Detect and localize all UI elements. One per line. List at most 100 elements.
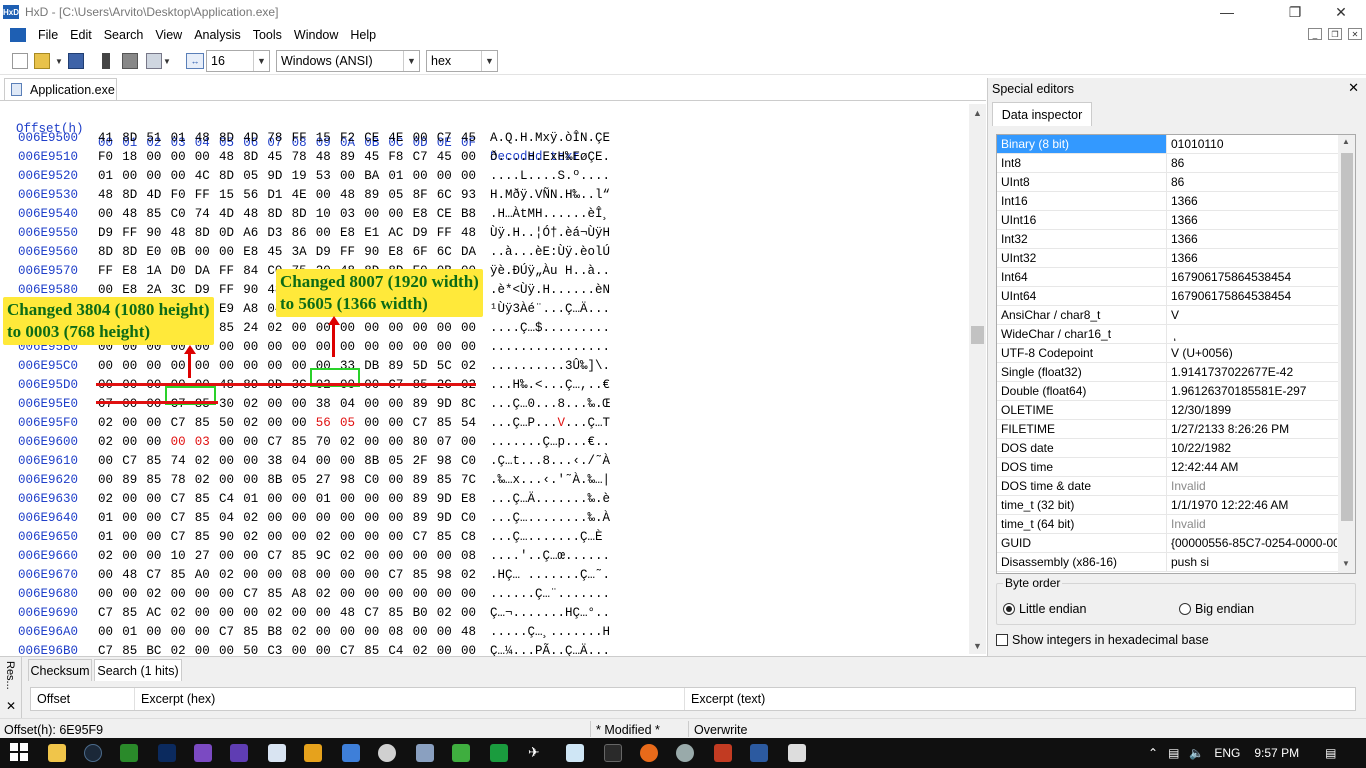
hex-byte[interactable]: 5C bbox=[437, 359, 457, 373]
hex-byte[interactable]: 00 bbox=[388, 530, 408, 544]
hex-byte[interactable]: 05 bbox=[388, 454, 408, 468]
terminal-icon[interactable] bbox=[604, 744, 622, 762]
hex-byte[interactable]: 00 bbox=[292, 530, 312, 544]
hex-byte[interactable]: 02 bbox=[98, 492, 118, 506]
hex-byte[interactable]: 48 bbox=[122, 207, 142, 221]
hex-byte[interactable]: B8 bbox=[267, 625, 287, 639]
hex-byte[interactable]: 02 bbox=[340, 435, 360, 449]
hex-byte[interactable]: D0 bbox=[171, 264, 191, 278]
hex-byte[interactable]: 00 bbox=[292, 492, 312, 506]
tab-data-inspector[interactable]: Data inspector bbox=[992, 102, 1092, 126]
hex-byte[interactable]: 00 bbox=[122, 359, 142, 373]
hex-byte[interactable]: C7 bbox=[146, 568, 166, 582]
hex-byte[interactable]: 45 bbox=[364, 150, 384, 164]
hex-byte[interactable]: 00 bbox=[146, 435, 166, 449]
hex-byte[interactable]: 00 bbox=[461, 321, 481, 335]
hex-byte[interactable]: 00 bbox=[316, 625, 336, 639]
hex-byte[interactable]: 85 bbox=[388, 606, 408, 620]
hex-byte[interactable]: 00 bbox=[388, 492, 408, 506]
hex-byte[interactable]: D9 bbox=[195, 283, 215, 297]
menu-search[interactable]: Search bbox=[98, 28, 150, 42]
hex-byte[interactable]: 00 bbox=[413, 131, 433, 145]
inspector-value[interactable]: 1366 bbox=[1171, 249, 1337, 267]
hex-byte[interactable]: 8D bbox=[243, 150, 263, 164]
hex-byte[interactable]: 00 bbox=[340, 587, 360, 601]
language-indicator[interactable]: ENG bbox=[1214, 746, 1240, 760]
hex-byte[interactable]: 85 bbox=[292, 549, 312, 563]
hex-byte[interactable]: 00 bbox=[437, 625, 457, 639]
hex-byte[interactable]: 02 bbox=[461, 359, 481, 373]
hex-byte[interactable]: 00 bbox=[122, 587, 142, 601]
hex-byte[interactable]: C7 bbox=[171, 530, 191, 544]
hex-byte[interactable]: A6 bbox=[243, 226, 263, 240]
inspector-value[interactable]: 1366 bbox=[1171, 211, 1337, 229]
inspector-scrollbar[interactable]: ▲ ▼ bbox=[1338, 135, 1355, 573]
hex-byte[interactable]: D9 bbox=[98, 226, 118, 240]
hex-byte[interactable]: 08 bbox=[461, 549, 481, 563]
hex-byte[interactable]: 6C bbox=[437, 188, 457, 202]
hex-byte[interactable]: 00 bbox=[364, 207, 384, 221]
inspector-value[interactable]: V (U+0056) bbox=[1171, 344, 1337, 362]
hex-byte[interactable]: A0 bbox=[195, 568, 215, 582]
hex-byte[interactable]: 00 bbox=[364, 492, 384, 506]
inspector-value[interactable]: 1/27/2133 8:26:26 PM bbox=[1171, 420, 1337, 438]
inspector-value[interactable]: {00000556-85C7-0254-0000-000 bbox=[1171, 534, 1337, 552]
decoded-text[interactable]: ......Ç…¨....... bbox=[490, 587, 610, 601]
hex-byte[interactable]: 90 bbox=[146, 226, 166, 240]
scroll-up-icon[interactable]: ▲ bbox=[1342, 137, 1350, 146]
hex-byte[interactable]: 01 bbox=[316, 492, 336, 506]
hex-byte[interactable]: FF bbox=[98, 264, 118, 278]
hex-byte[interactable]: 00 bbox=[219, 587, 239, 601]
hex-byte[interactable]: A8 bbox=[292, 587, 312, 601]
hex-byte[interactable]: 00 bbox=[316, 511, 336, 525]
inspector-row[interactable]: GUID {00000556-85C7-0254-0000-000 bbox=[997, 534, 1338, 553]
hex-byte[interactable]: 02 bbox=[437, 606, 457, 620]
hex-byte[interactable]: 00 bbox=[364, 587, 384, 601]
hex-byte[interactable]: 00 bbox=[98, 587, 118, 601]
hex-byte[interactable]: 01 bbox=[98, 169, 118, 183]
hex-byte[interactable]: 00 bbox=[461, 169, 481, 183]
hex-byte[interactable]: 15 bbox=[219, 188, 239, 202]
hex-byte[interactable]: 00 bbox=[292, 359, 312, 373]
hex-byte[interactable]: 01 bbox=[171, 131, 191, 145]
hex-byte[interactable]: 00 bbox=[388, 340, 408, 354]
hex-byte[interactable]: 00 bbox=[364, 625, 384, 639]
hex-byte[interactable]: 9D bbox=[437, 397, 457, 411]
hex-byte[interactable]: C0 bbox=[171, 207, 191, 221]
hex-byte[interactable]: 02 bbox=[98, 416, 118, 430]
inspector-value[interactable]: 1.9141737022677E-42 bbox=[1171, 363, 1337, 381]
hex-byte[interactable]: 50 bbox=[219, 416, 239, 430]
hex-byte[interactable]: 74 bbox=[171, 454, 191, 468]
decoded-text[interactable]: .......Ç…p...€.. bbox=[490, 435, 610, 449]
hex-byte[interactable]: 00 bbox=[340, 492, 360, 506]
hex-byte[interactable]: 00 bbox=[364, 549, 384, 563]
hex-byte[interactable]: 04 bbox=[340, 397, 360, 411]
hex-byte[interactable]: 00 bbox=[437, 587, 457, 601]
hex-byte[interactable]: 98 bbox=[340, 473, 360, 487]
hex-byte[interactable]: 00 bbox=[146, 397, 166, 411]
hex-byte[interactable]: 00 bbox=[122, 511, 142, 525]
hex-byte[interactable]: B0 bbox=[413, 606, 433, 620]
open-folder-icon[interactable] bbox=[34, 53, 50, 69]
hex-byte[interactable]: 00 bbox=[340, 625, 360, 639]
hex-byte[interactable]: 8D bbox=[219, 131, 239, 145]
hex-byte[interactable]: 05 bbox=[340, 416, 360, 430]
hex-byte[interactable]: 00 bbox=[98, 454, 118, 468]
hex-byte[interactable]: 85 bbox=[146, 454, 166, 468]
hex-byte[interactable]: 05 bbox=[243, 169, 263, 183]
hex-byte[interactable]: 48 bbox=[316, 150, 336, 164]
minimize-button[interactable]: — bbox=[1204, 0, 1250, 24]
hex-byte[interactable]: 00 bbox=[316, 568, 336, 582]
decoded-text[interactable]: ..à...èE:Ùÿ.èolÚ bbox=[490, 245, 610, 259]
offset-base-select[interactable]: hex ▼ bbox=[426, 50, 498, 72]
hex-byte[interactable]: 00 bbox=[364, 340, 384, 354]
hex-byte[interactable]: 85 bbox=[195, 492, 215, 506]
inspector-value[interactable]: ٖ bbox=[1171, 325, 1337, 343]
hex-byte[interactable]: C7 bbox=[437, 131, 457, 145]
hex-byte[interactable]: 00 bbox=[98, 283, 118, 297]
new-file-icon[interactable] bbox=[12, 53, 28, 69]
hex-byte[interactable]: 00 bbox=[364, 511, 384, 525]
chevron-up-icon[interactable]: ⌃ bbox=[1148, 746, 1158, 760]
hex-byte[interactable]: 00 bbox=[437, 321, 457, 335]
hex-byte[interactable]: 1A bbox=[146, 264, 166, 278]
